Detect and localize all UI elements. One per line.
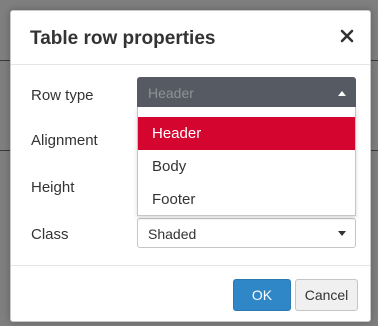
dropdown-option-footer[interactable]: Footer	[138, 183, 355, 216]
dropdown-option-body[interactable]: Body	[138, 150, 355, 183]
class-label: Class	[31, 226, 69, 243]
cancel-button[interactable]: Cancel	[295, 279, 358, 311]
dialog-title: Table row properties	[30, 28, 216, 49]
dropdown-option-header[interactable]: Header	[138, 117, 355, 150]
background-rule	[370, 150, 378, 151]
dialog-footer: OK Cancel	[11, 265, 370, 321]
close-button[interactable]	[340, 29, 356, 45]
caret-up-icon	[338, 91, 346, 96]
row-type-select-value: Header	[148, 85, 194, 101]
row-type-select[interactable]: Header	[137, 77, 356, 107]
row-type-dropdown-menu: Header Body Footer	[137, 107, 356, 216]
alignment-label: Alignment	[31, 132, 98, 149]
class-select[interactable]: Shaded	[137, 218, 356, 248]
ok-button[interactable]: OK	[233, 279, 291, 311]
caret-down-icon	[338, 231, 346, 236]
background-rule	[370, 60, 378, 61]
table-row-properties-dialog: Table row properties Row type Header Ali…	[10, 10, 371, 322]
background-rule	[0, 60, 10, 61]
close-icon	[340, 29, 354, 43]
dialog-header: Table row properties	[11, 11, 370, 65]
row-type-label: Row type	[31, 87, 94, 104]
background-rule	[0, 150, 10, 151]
class-select-value: Shaded	[148, 226, 197, 242]
height-label: Height	[31, 179, 75, 196]
